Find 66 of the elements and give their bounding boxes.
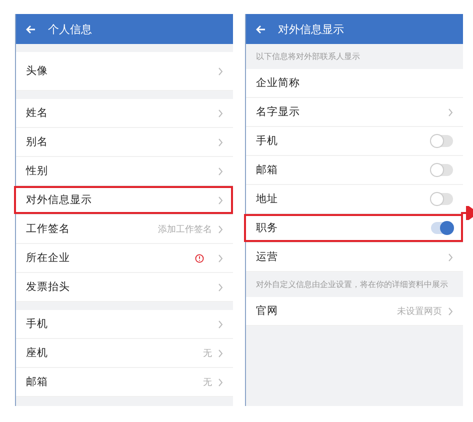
row-label: 运营	[256, 250, 279, 264]
toggle-switch[interactable]	[431, 164, 453, 176]
settings-row[interactable]: 性别	[16, 157, 233, 186]
row-label: 工作签名	[26, 222, 71, 236]
row-label: 名字显示	[256, 105, 301, 119]
settings-row[interactable]: 发票抬头	[16, 273, 233, 302]
row-label: 官网	[256, 304, 279, 318]
settings-row[interactable]: 别名	[16, 128, 233, 157]
row-label: 对外信息显示	[26, 193, 93, 207]
row-value: 未设置网页	[397, 306, 442, 318]
chevron-icon	[218, 320, 223, 328]
chevron-icon	[218, 66, 223, 76]
chevron-icon	[448, 306, 453, 316]
row-value: 无	[203, 376, 212, 388]
screen-title: 个人信息	[48, 22, 92, 36]
chevron-icon	[218, 108, 223, 118]
chevron-icon	[218, 254, 223, 262]
back-arrow-icon[interactable]	[26, 24, 36, 34]
settings-row[interactable]: 姓名	[16, 99, 233, 128]
section-hint: 以下信息将对外部联系人显示	[255, 51, 361, 63]
settings-row[interactable]: 运营	[246, 243, 463, 272]
settings-row[interactable]: 所在企业	[16, 244, 233, 273]
toggle-switch[interactable]	[431, 135, 453, 147]
row-label: 地址	[256, 192, 279, 206]
row-label: 邮箱	[26, 375, 49, 389]
settings-row[interactable]: 邮箱	[246, 156, 463, 185]
settings-row[interactable]: 职务	[246, 214, 463, 243]
settings-row[interactable]: 官网 未设置网页	[246, 297, 463, 326]
row-label: 性别	[26, 164, 49, 178]
row-label: 所在企业	[26, 251, 71, 265]
chevron-icon	[218, 166, 223, 176]
chevron-icon	[218, 348, 223, 358]
row-label: 座机	[26, 346, 49, 360]
row-label: 姓名	[26, 106, 49, 120]
chevron-icon	[218, 282, 223, 292]
row-label: 手机	[26, 317, 49, 331]
row-label: 头像	[26, 64, 49, 78]
chevron-icon	[448, 252, 453, 262]
settings-row[interactable]: 邮箱 无	[16, 368, 233, 397]
screen-title: 对外信息显示	[278, 22, 344, 36]
row-label: 手机	[256, 134, 279, 148]
toggle-switch[interactable]	[431, 193, 453, 205]
settings-row[interactable]: 手机	[16, 310, 233, 339]
back-arrow-icon[interactable]	[256, 24, 266, 34]
settings-row[interactable]: 名字显示	[246, 98, 463, 127]
row-label: 职务	[256, 221, 279, 235]
toggle-switch[interactable]	[431, 222, 453, 234]
settings-row[interactable]: 地址	[246, 185, 463, 214]
settings-row[interactable]: 企业简称	[246, 69, 463, 98]
section-hint: 对外自定义信息由企业设置，将在你的详细资料中展示	[255, 279, 449, 291]
settings-row[interactable]: 座机 无	[16, 339, 233, 368]
settings-row[interactable]: 头像	[16, 52, 233, 91]
row-label: 别名	[26, 135, 49, 149]
row-label: 邮箱	[256, 163, 279, 177]
settings-row[interactable]: 对外信息显示	[16, 186, 233, 215]
chevron-icon	[218, 138, 223, 146]
chevron-icon	[448, 108, 453, 116]
chevron-icon	[218, 196, 223, 204]
row-label: 企业简称	[256, 76, 301, 90]
settings-row[interactable]: 手机	[246, 127, 463, 156]
row-label: 发票抬头	[26, 280, 71, 294]
chevron-icon	[218, 224, 223, 234]
chevron-icon	[218, 378, 223, 386]
row-value: 添加工作签名	[158, 224, 212, 236]
settings-row[interactable]: 工作签名 添加工作签名	[16, 215, 233, 244]
row-value: 无	[203, 348, 212, 360]
